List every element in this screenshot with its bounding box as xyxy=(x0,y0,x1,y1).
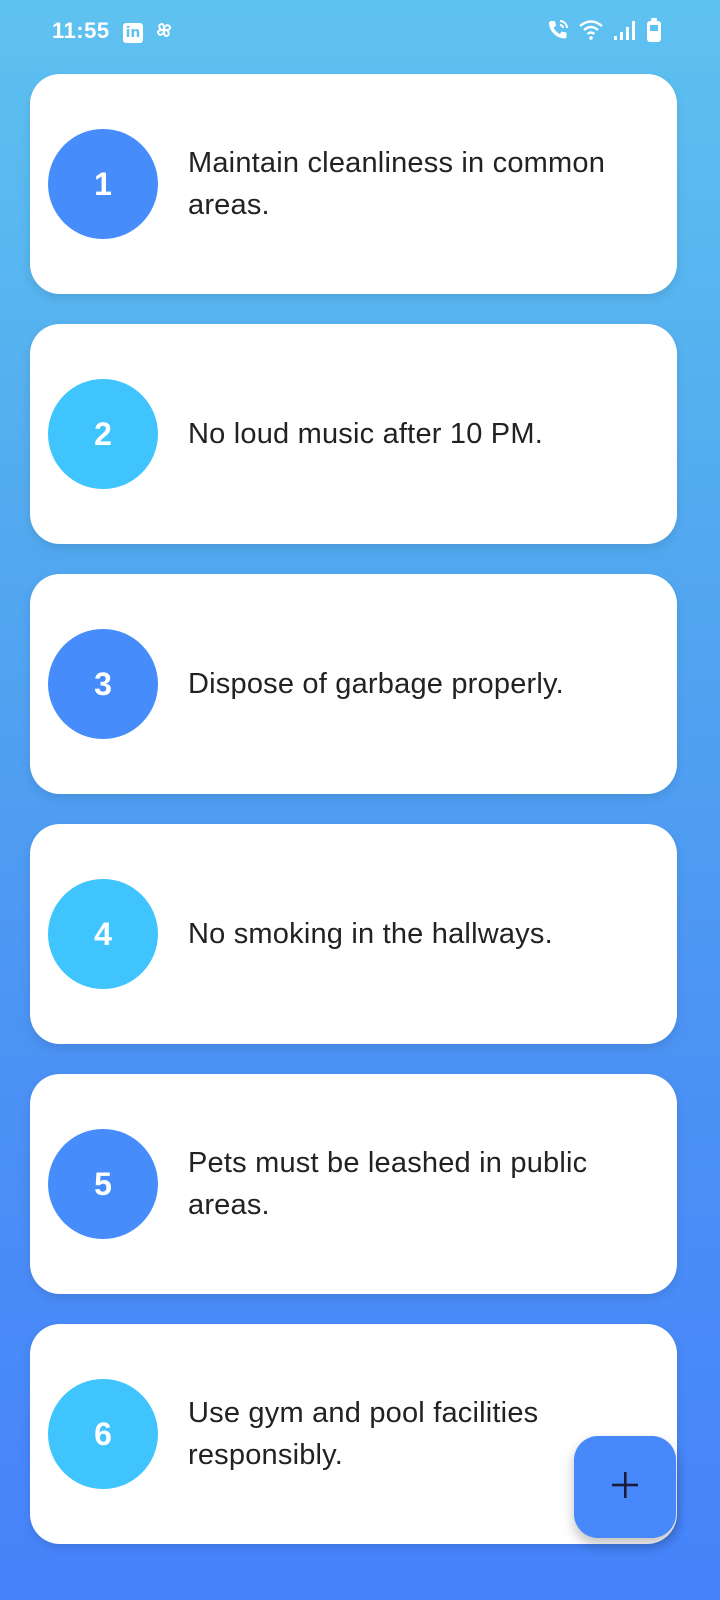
rule-text: No loud music after 10 PM. xyxy=(188,418,543,450)
wifi-calling-icon xyxy=(546,18,570,47)
linkedin-icon: in xyxy=(123,22,143,43)
status-time: 11:55 xyxy=(52,18,110,43)
status-bar: 11:55 in xyxy=(0,0,720,62)
rule-card-5[interactable]: 5 Pets must be leashed in public areas. xyxy=(30,1074,677,1294)
rule-number-badge: 2 xyxy=(48,379,158,489)
rule-card-2[interactable]: 2 No loud music after 10 PM. xyxy=(30,324,677,544)
rule-number-badge: 5 xyxy=(48,1129,158,1239)
rule-card-4[interactable]: 4 No smoking in the hallways. xyxy=(30,824,677,1044)
rule-text: No smoking in the hallways. xyxy=(188,918,553,950)
wifi-icon xyxy=(578,19,604,46)
rule-card-1[interactable]: 1 Maintain cleanliness in common areas. xyxy=(30,74,677,294)
plus-icon xyxy=(610,1470,640,1505)
rule-number-badge: 1 xyxy=(48,129,158,239)
rule-text: Pets must be leashed in public areas. xyxy=(188,1147,588,1221)
rule-number-badge: 4 xyxy=(48,879,158,989)
battery-icon xyxy=(646,17,662,48)
rule-text: Maintain cleanliness in common areas. xyxy=(188,147,606,221)
signal-icon xyxy=(612,19,638,46)
status-left-icons: in xyxy=(123,19,175,46)
add-rule-button[interactable] xyxy=(574,1436,676,1538)
status-right-icons xyxy=(546,17,662,48)
rule-number-badge: 6 xyxy=(48,1379,158,1489)
rule-text: Dispose of garbage properly. xyxy=(188,668,564,700)
pinwheel-icon xyxy=(153,19,175,46)
rule-card-3[interactable]: 3 Dispose of garbage properly. xyxy=(30,574,677,794)
rule-number-badge: 3 xyxy=(48,629,158,739)
